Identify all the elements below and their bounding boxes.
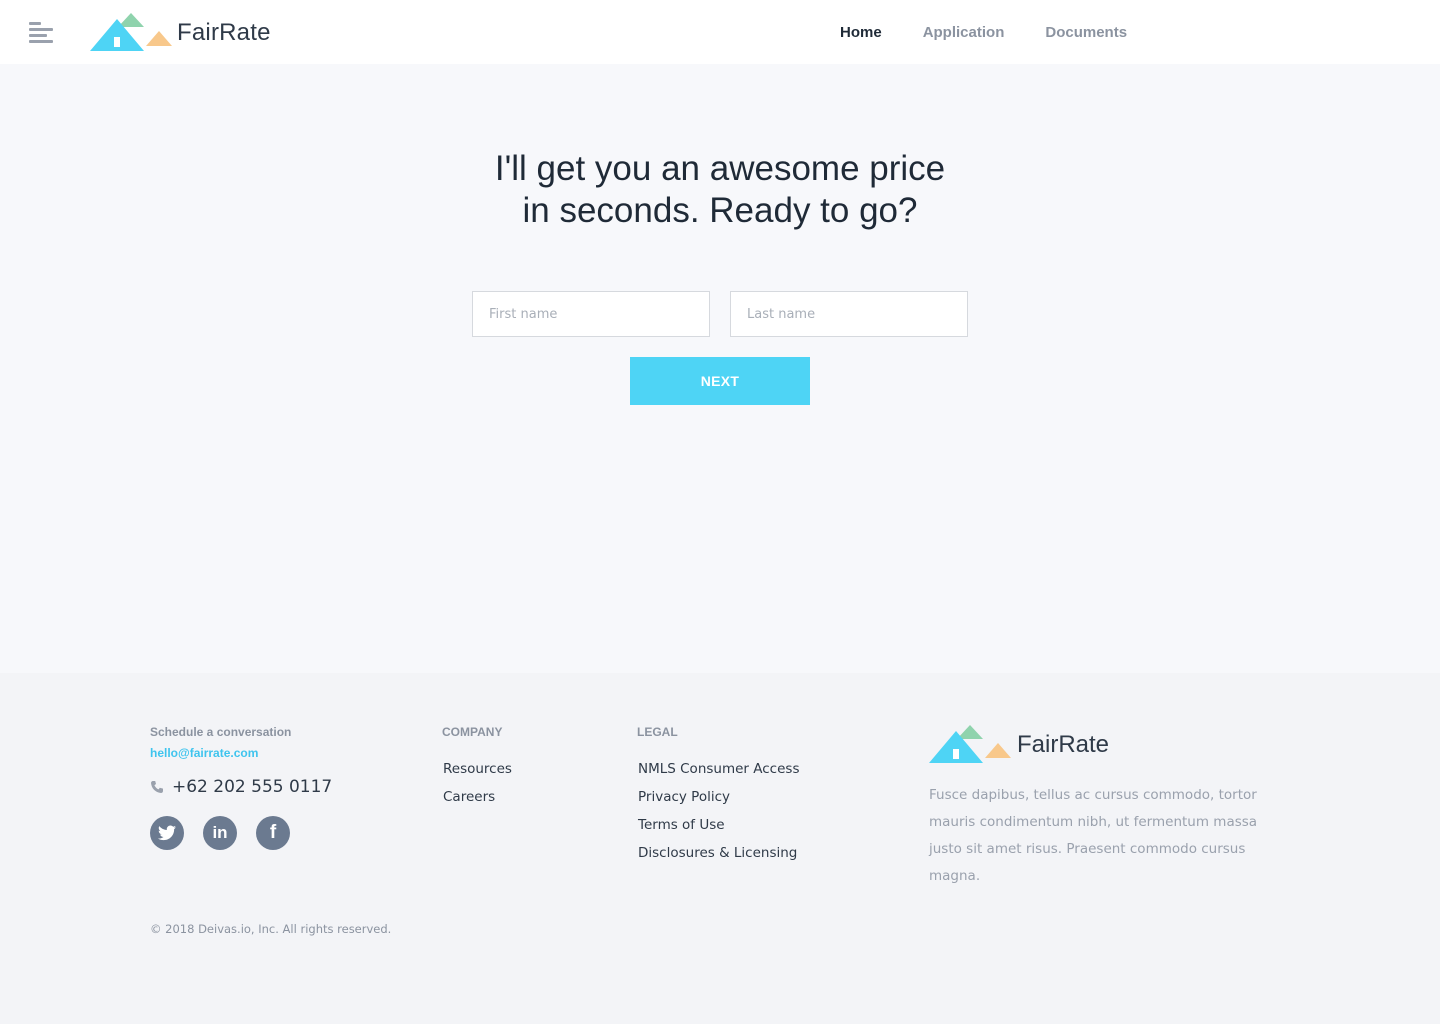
- facebook-button[interactable]: f: [256, 816, 290, 850]
- phone-icon: [151, 781, 163, 793]
- nav-home[interactable]: Home: [840, 24, 882, 41]
- footer-description: Fusce dapibus, tellus ac cursus commodo,…: [929, 787, 1258, 884]
- footer-link-privacy[interactable]: Privacy Policy: [638, 789, 730, 805]
- nav-application[interactable]: Application: [923, 24, 1005, 41]
- footer-link-terms[interactable]: Terms of Use: [638, 817, 725, 833]
- footer-brand: FairRate: [929, 725, 1109, 765]
- nav-documents[interactable]: Documents: [1045, 24, 1127, 41]
- last-name-input[interactable]: [730, 291, 968, 337]
- hero-title: I'll get you an awesome price in seconds…: [370, 148, 1070, 232]
- twitter-button[interactable]: [150, 816, 184, 850]
- footer: Schedule a conversation hello@fairrate.c…: [0, 673, 1440, 1024]
- company-heading: COMPANY: [442, 725, 503, 739]
- house-logo-icon: [90, 13, 172, 51]
- facebook-icon: f: [269, 822, 277, 843]
- hero-title-line-1: I'll get you an awesome price: [494, 149, 946, 188]
- twitter-icon: [158, 825, 176, 841]
- brand-logo-link[interactable]: FairRate: [90, 13, 271, 53]
- footer-link-resources[interactable]: Resources: [443, 761, 512, 777]
- contact-phone: +62 202 555 0117: [172, 777, 333, 797]
- footer-link-disclosures[interactable]: Disclosures & Licensing: [638, 845, 797, 861]
- linkedin-icon: in: [212, 823, 228, 842]
- menu-icon[interactable]: [29, 22, 53, 44]
- top-header: FairRate Home Application Documents: [0, 0, 1440, 64]
- linkedin-button[interactable]: in: [203, 816, 237, 850]
- copyright: © 2018 Deivas.io, Inc. All rights reserv…: [150, 922, 392, 936]
- house-logo-icon: [929, 725, 1011, 763]
- main-nav: Home Application Documents: [840, 24, 1168, 41]
- hero-title-line-2: in seconds. Ready to go?: [522, 191, 918, 230]
- legal-heading: LEGAL: [637, 725, 678, 739]
- footer-link-careers[interactable]: Careers: [443, 789, 495, 805]
- contact-heading: Schedule a conversation: [150, 725, 292, 739]
- brand-name: FairRate: [177, 19, 271, 46]
- next-button[interactable]: NEXT: [630, 357, 810, 405]
- first-name-input[interactable]: [472, 291, 710, 337]
- contact-email-link[interactable]: hello@fairrate.com: [150, 746, 258, 760]
- phone-row: +62 202 555 0117: [150, 777, 332, 797]
- footer-brand-name: FairRate: [1017, 731, 1110, 758]
- footer-link-nmls[interactable]: NMLS Consumer Access: [638, 761, 799, 777]
